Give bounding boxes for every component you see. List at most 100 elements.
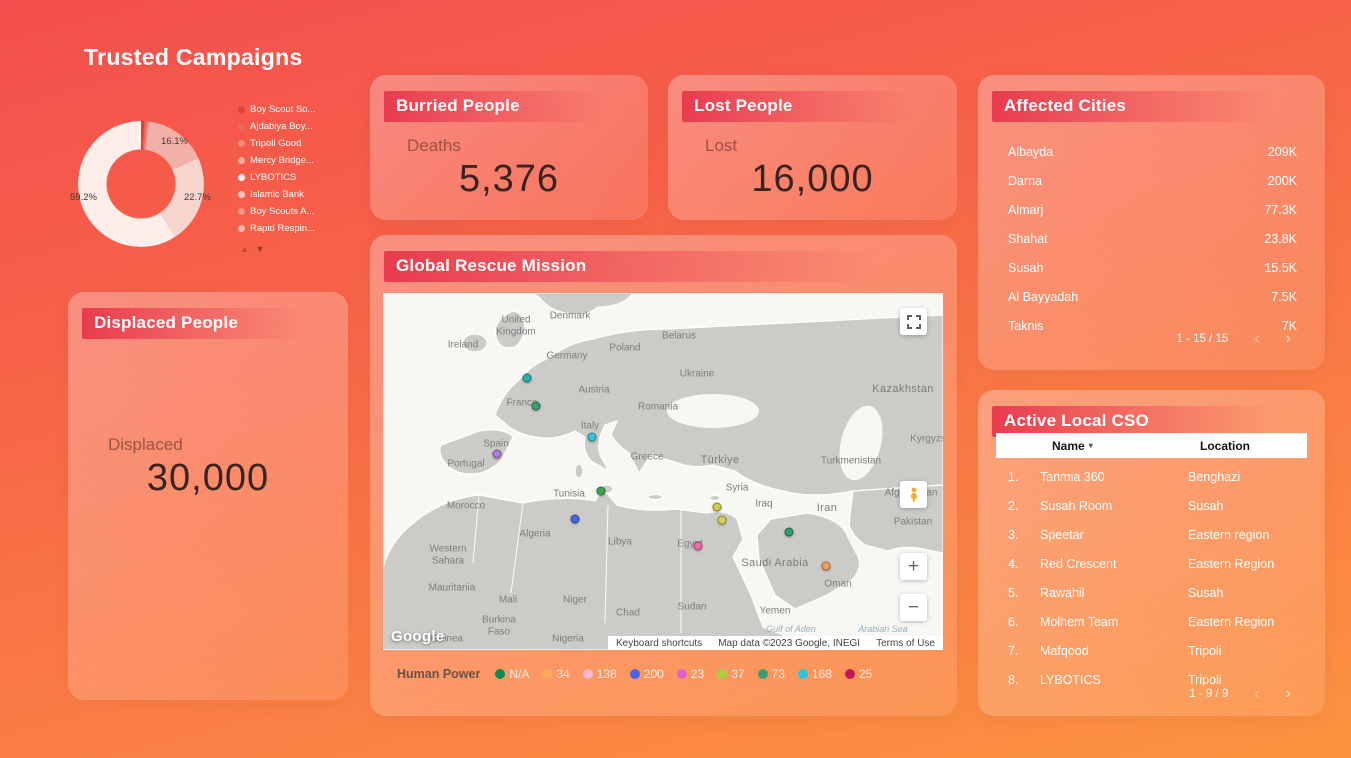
map-country-label: Pakistan [893,516,933,528]
city-name: Susah [1008,260,1044,275]
map-country-label: Ukraine [679,368,715,380]
table-row[interactable]: Al Bayyadah 7.5K [1008,282,1297,311]
legend-item: 23 [676,667,705,681]
chevron-right-icon[interactable]: › [1286,331,1291,347]
row-number: 4. [1008,556,1019,571]
map-marker[interactable] [717,515,727,525]
map-country-label: Sudan [677,601,707,613]
table-row[interactable]: 7. Mafqood Tripoli [996,636,1307,665]
legend-label: 200 [643,667,664,681]
lost-people-card: Lost People Lost 16,000 [668,75,957,220]
table-row[interactable]: Darna 200K [1008,166,1297,195]
cities-table: Albayda 209K Darna 200K Almarj 77.3K Shahat… [1008,137,1297,340]
card-title: Global Rescue Mission [384,251,943,282]
table-row[interactable]: Shahat 23.8K [1008,224,1297,253]
legend-item[interactable]: Tripoli Good [238,138,315,149]
pagination: 1 - 9 / 9 ‹ › [1189,686,1291,702]
legend-scroll-down-icon[interactable]: ▼ [255,244,264,254]
legend-item: 25 [844,667,872,681]
table-row[interactable]: 2. Susah Room Susah [996,491,1307,520]
legend-label: 23 [690,667,705,681]
map-marker[interactable] [531,401,541,411]
rescue-mission-card: Global Rescue Mission Denmark United Kin… [370,235,957,716]
pegman-icon [910,487,917,502]
chevron-right-icon[interactable]: › [1286,686,1291,702]
column-header-location[interactable]: Location [1200,439,1250,453]
row-number: 3. [1008,527,1019,542]
legend-label: N/A [509,667,530,681]
table-row[interactable]: 4. Red Crescent Eastern Region [996,549,1307,578]
donut-slice-label: 22.7% [184,192,211,203]
legend-color-icon [582,669,593,679]
donut-slice-label: 59.2% [70,192,97,203]
active-cso-card: Active Local CSO Name ▾ Location 1. Tanmi… [978,390,1325,716]
city-name: Albayda [1008,144,1054,159]
terms-of-use-link[interactable]: Terms of Use [876,638,935,649]
zoom-out-button[interactable]: − [900,594,927,621]
legend-item[interactable]: Islamic Bank [238,189,315,200]
map-marker[interactable] [587,432,597,442]
keyboard-shortcuts-link[interactable]: Keyboard shortcuts [616,638,702,649]
map-country-label: Greece [630,451,664,463]
map-country-label: Iraq [755,498,773,510]
map-country-label: Denmark [549,310,591,322]
legend-item[interactable]: LYBOTICS [238,172,315,183]
table-row[interactable]: 5. Rawahil Susah [996,578,1307,607]
map-marker[interactable] [693,541,703,551]
fullscreen-button[interactable] [900,308,927,335]
map-marker[interactable] [492,449,502,459]
map-country-label: Niger [563,594,587,606]
chevron-left-icon[interactable]: ‹ [1254,686,1259,702]
legend-item[interactable]: Mercy Bridge... [238,155,315,166]
row-number: 5. [1008,585,1019,600]
map-country-label: Algeria [519,528,551,540]
column-header-name[interactable]: Name ▾ [1052,439,1200,453]
cso-name: LYBOTICS [1040,672,1101,687]
table-row[interactable]: Albayda 209K [1008,137,1297,166]
legend-label: 138 [596,667,617,681]
pegman-button[interactable] [900,481,927,508]
google-map[interactable]: Denmark United Kingdom Ireland Germany P… [383,293,943,650]
metric-label: Lost [705,136,738,155]
table-row[interactable]: Susah 15.5K [1008,253,1297,282]
legend-label: Mercy Bridge... [250,155,314,166]
city-value: 7.5K [1271,289,1297,304]
city-name: Taknis [1008,318,1044,333]
map-marker[interactable] [570,514,580,524]
legend-item[interactable]: Boy Scouts A... [238,206,315,217]
legend-color-icon [797,669,808,679]
map-country-label: Libya [608,536,632,548]
legend-color-icon [238,208,245,215]
displaced-people-card: Displaced People Displaced 30,000 [68,292,348,700]
table-row[interactable]: Almarj 77.3K [1008,195,1297,224]
chevron-left-icon[interactable]: ‹ [1254,331,1259,347]
map-country-label: Syria [725,482,749,494]
legend-color-icon [238,106,245,113]
card-title: Displaced People [82,308,334,339]
legend-color-icon [238,157,245,164]
map-country-label: Kyrgyzstan [910,433,943,445]
table-row[interactable]: 1. Tanmia 360 Benghazi [996,462,1307,491]
cso-name: Speetar [1040,527,1084,542]
buried-people-card: Burried People Deaths 5,376 [370,75,648,220]
map-marker[interactable] [522,373,532,383]
map-country-label: Austria [578,384,610,396]
google-logo: Google [391,628,445,645]
legend-item[interactable]: Rapid Respin... [238,223,315,234]
map-marker[interactable] [784,527,794,537]
legend-label: Tripoli Good [250,138,302,149]
legend-scroll-up-icon[interactable]: ▲ [240,244,249,254]
table-row[interactable]: 3. Speetar Eastern region [996,520,1307,549]
map-marker[interactable] [821,561,831,571]
legend-item[interactable]: Ajdabiya Boy... [238,121,315,132]
map-country-label: Kazakhstan [872,383,934,395]
legend-item[interactable]: Boy Scout So... [238,104,315,115]
legend-color-icon [757,669,768,679]
map-marker[interactable] [712,502,722,512]
zoom-in-button[interactable]: + [900,553,927,580]
table-row[interactable]: 6. Molhem Team Eastern Region [996,607,1307,636]
legend-item: 37 [717,667,745,681]
map-country-label: Chad [616,607,640,619]
legend-label: Islamic Bank [250,189,304,200]
map-marker[interactable] [596,486,606,496]
